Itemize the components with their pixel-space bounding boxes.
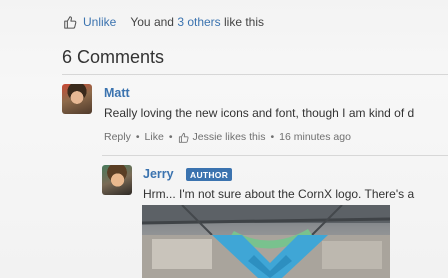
avatar[interactable] <box>102 165 132 195</box>
divider <box>102 155 448 156</box>
thumbs-up-icon <box>178 132 189 143</box>
divider <box>62 74 448 75</box>
reply-link[interactable]: Reply <box>104 131 131 143</box>
image-content <box>142 205 390 278</box>
avatar[interactable] <box>62 84 92 114</box>
separator-dot: • <box>168 131 173 143</box>
comment-actions: Reply • Like • Jessie likes this • 16 mi… <box>104 131 351 143</box>
likes-suffix: like this <box>220 15 265 29</box>
comment-body: Hrm... I'm not sure about the CornX logo… <box>143 187 415 201</box>
comment-author[interactable]: Jerry <box>143 167 174 181</box>
separator-dot: • <box>270 131 275 143</box>
likes-prefix: You and <box>130 15 178 29</box>
like-link[interactable]: Like <box>145 131 164 143</box>
comments-panel: Unlike You and 3 others like this 6 Comm… <box>0 0 448 278</box>
comment-timestamp[interactable]: 16 minutes ago <box>279 131 351 143</box>
comment-author[interactable]: Matt <box>104 86 130 100</box>
attached-image[interactable] <box>142 205 390 278</box>
thumbs-up-icon <box>64 16 77 29</box>
page-like-bar: Unlike You and 3 others like this <box>63 15 264 29</box>
unlike-link[interactable]: Unlike <box>83 15 116 29</box>
comment-body: Really loving the new icons and font, th… <box>104 106 415 120</box>
others-link[interactable]: 3 others <box>177 15 220 29</box>
author-badge: AUTHOR <box>186 168 233 181</box>
likes-count-text[interactable]: Jessie likes this <box>193 131 266 143</box>
separator-dot: • <box>135 131 140 143</box>
comments-heading: 6 Comments <box>62 47 165 67</box>
